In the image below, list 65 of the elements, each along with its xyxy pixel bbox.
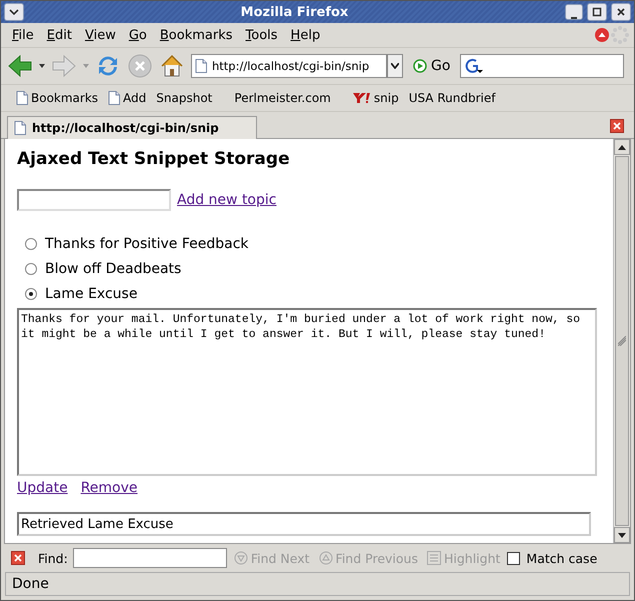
alert-icon <box>594 27 610 43</box>
address-field[interactable]: http://localhost/cgi-bin/snip <box>191 54 387 78</box>
window-title: Mozilla Firefox <box>240 4 350 20</box>
minimize-icon <box>571 17 577 19</box>
find-label: Find: <box>38 550 68 566</box>
grip-icon <box>618 336 626 346</box>
topic-input[interactable] <box>17 189 171 211</box>
status-text: Done <box>12 576 49 592</box>
back-arrow-icon[interactable] <box>7 53 33 79</box>
maximize-icon <box>592 7 602 17</box>
radio-button[interactable] <box>25 288 37 300</box>
scrollbar[interactable] <box>613 139 630 543</box>
bookmark-item[interactable]: Add <box>103 89 152 107</box>
maximize-button[interactable] <box>587 3 607 21</box>
window-menu-button[interactable] <box>4 3 24 21</box>
home-icon[interactable] <box>159 53 185 79</box>
radio-button[interactable] <box>25 238 37 250</box>
tab[interactable]: http://localhost/cgi-bin/snip <box>7 116 257 139</box>
action-link[interactable]: Update <box>17 480 68 496</box>
caret-icon <box>9 7 19 17</box>
match-case-label: Match case <box>526 550 598 566</box>
up-arrow-icon[interactable] <box>618 144 626 150</box>
menu-item[interactable]: Help <box>284 26 326 44</box>
bookmark-item[interactable]: Bookmarks <box>11 89 104 107</box>
add-topic-link[interactable]: Add new topic <box>177 192 276 208</box>
topic-label: Thanks for Positive Feedback <box>45 236 249 252</box>
bookmark-icon <box>352 92 371 104</box>
action-link[interactable]: Remove <box>80 480 138 496</box>
list-icon <box>426 551 441 565</box>
menu-item[interactable]: Bookmarks <box>152 26 239 44</box>
bookmark-item[interactable]: USA Rundbrief <box>404 89 500 107</box>
down-arrow-icon[interactable] <box>618 532 626 538</box>
page-icon <box>16 91 28 105</box>
throbber-icon <box>610 25 630 45</box>
match-case-checkbox[interactable] <box>507 552 520 564</box>
page-icon <box>14 121 26 135</box>
topic-label: Lame Excuse <box>45 286 138 302</box>
close-tab-icon[interactable] <box>610 119 624 133</box>
caret-icon <box>391 63 399 69</box>
history-dropdown-button[interactable] <box>387 54 403 78</box>
bookmark-item[interactable]: snip <box>348 89 404 107</box>
go-button[interactable]: Go <box>409 56 454 76</box>
menu-item[interactable]: Go <box>122 26 153 44</box>
search-field[interactable] <box>460 54 624 78</box>
page-icon <box>195 59 207 73</box>
menu-item[interactable]: Tools <box>238 26 284 44</box>
topic-label: Blow off Deadbeats <box>45 260 182 276</box>
radio-button[interactable] <box>25 262 37 274</box>
snippet-textarea[interactable]: Thanks for your mail. Unfortunately, I'm buried under a lot of work right now, so it might be a while until I get to answer it. But I will, please stay tuned! <box>17 308 597 476</box>
minimize-button[interactable] <box>565 4 583 20</box>
find-field[interactable] <box>72 548 227 568</box>
close-icon <box>616 7 626 17</box>
page-icon <box>108 91 120 105</box>
menu-item[interactable]: File <box>5 26 40 44</box>
close-button[interactable] <box>611 3 631 21</box>
status-field[interactable]: Retrieved Lame Excuse <box>17 512 591 536</box>
menu-item[interactable]: Edit <box>40 26 78 44</box>
play-icon <box>413 59 427 73</box>
caret-icon[interactable] <box>39 64 45 68</box>
close-icon[interactable] <box>11 551 25 565</box>
page-heading: Ajaxed Text Snippet Storage <box>17 149 291 169</box>
menu-item[interactable]: View <box>78 26 122 44</box>
bookmark-item[interactable]: Perlmeister.com <box>229 89 336 107</box>
search-engine-icon <box>464 58 484 74</box>
bookmark-item[interactable]: Snapshot <box>151 89 218 107</box>
